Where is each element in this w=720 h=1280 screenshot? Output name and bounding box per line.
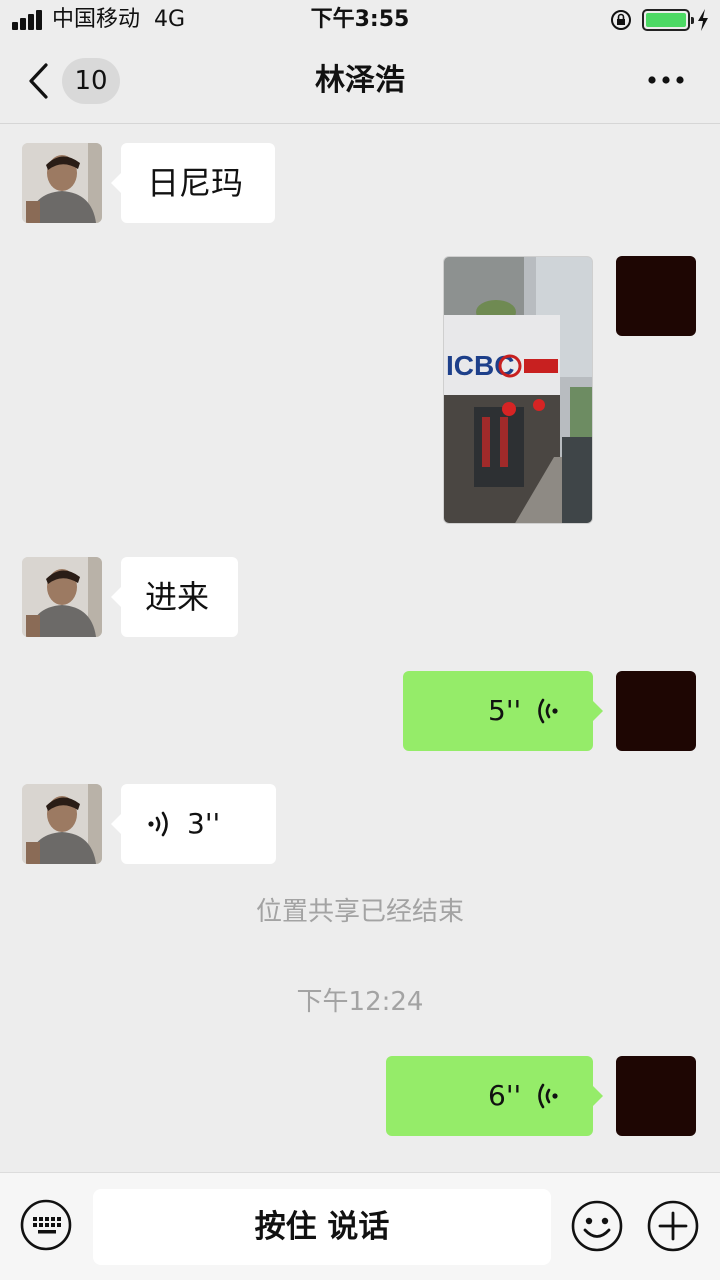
voice-wave-icon [538, 1083, 558, 1109]
battery-icon [642, 9, 694, 31]
message-bubble-incoming[interactable]: 日尼玛 [111, 143, 275, 223]
keyboard-icon[interactable] [20, 1199, 72, 1251]
charging-bolt-icon [698, 9, 708, 31]
my-avatar[interactable] [616, 1056, 696, 1136]
more-dots-icon[interactable] [646, 70, 686, 90]
hold-to-talk-button[interactable]: 按住 说话 [93, 1189, 551, 1265]
contact-avatar[interactable] [22, 557, 102, 637]
chat-title: 林泽浩 [315, 63, 405, 98]
voice-message-outgoing[interactable]: 6'' [386, 1056, 603, 1136]
voice-wave-icon [538, 698, 558, 724]
contact-avatar[interactable] [22, 784, 102, 864]
input-bar: 按住 说话 [0, 1172, 720, 1280]
timestamp: 下午12:24 [296, 987, 424, 1017]
photo-sign-text: ICBC [446, 350, 514, 381]
system-notice: 位置共享已经结束 [255, 897, 464, 927]
image-message[interactable]: ICBC [443, 256, 593, 524]
orientation-lock-icon [611, 10, 631, 30]
voice-wave-icon [148, 811, 168, 837]
voice-message-incoming[interactable]: 3'' [111, 784, 276, 864]
status-bar: 中国移动 4G 下午3:55 [0, 0, 720, 40]
my-avatar[interactable] [616, 671, 696, 751]
plus-icon[interactable] [646, 1199, 700, 1253]
message-bubble-incoming[interactable]: 进来 [111, 557, 238, 637]
contact-avatar[interactable] [22, 143, 102, 223]
emoji-icon[interactable] [570, 1199, 624, 1253]
my-avatar[interactable] [616, 256, 696, 336]
chat-header: 10 林泽浩 [0, 40, 720, 124]
voice-message-outgoing[interactable]: 5'' [403, 671, 603, 751]
